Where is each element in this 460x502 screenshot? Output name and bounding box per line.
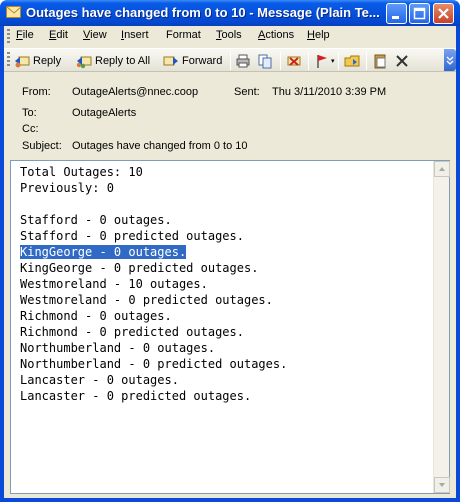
maximize-button[interactable] <box>409 3 430 24</box>
toolbar-separator <box>280 52 281 70</box>
toolbar-separator <box>308 52 309 70</box>
toolbar-options-button[interactable] <box>444 49 456 71</box>
toolbar-grip[interactable] <box>7 52 10 66</box>
forward-button[interactable]: Forward <box>163 52 222 70</box>
message-line: Stafford - 0 outages. <box>20 212 287 228</box>
toolbar-separator <box>338 52 339 70</box>
envelope-icon <box>6 6 22 18</box>
from-value[interactable]: OutageAlerts@nnec.coop <box>72 86 198 98</box>
reply-all-button[interactable]: Reply to All <box>76 52 150 70</box>
menu-grip[interactable] <box>7 29 10 43</box>
copy-button[interactable] <box>257 52 276 70</box>
message-line-text: Lancaster - 0 outages. <box>20 373 179 387</box>
clipboard-icon <box>374 54 386 69</box>
cc-label: Cc: <box>22 123 39 135</box>
message-text[interactable]: Total Outages: 10 Previously: 0 Stafford -… <box>20 164 287 404</box>
chevron-down-icon <box>446 56 454 65</box>
message-line: Lancaster - 0 outages. <box>20 372 287 388</box>
move-to-folder-button[interactable] <box>344 52 363 70</box>
sent-value: Thu 3/11/2010 3:39 PM <box>272 86 387 98</box>
from-label: From: <box>22 86 51 98</box>
flag-icon <box>317 55 327 68</box>
message-line: Richmond - 0 outages. <box>20 308 287 324</box>
menu-edit[interactable]: Edit <box>49 29 68 41</box>
message-line: Stafford - 0 predicted outages. <box>20 228 287 244</box>
message-line-text: Richmond - 0 outages. <box>20 309 172 323</box>
menu-bar: File Edit View Insert Format Tools Actio… <box>4 26 456 46</box>
message-line-text: Stafford - 0 outages. <box>20 213 172 227</box>
menu-help[interactable]: Help <box>307 29 330 41</box>
to-value[interactable]: OutageAlerts <box>72 107 136 119</box>
print-button[interactable] <box>235 52 254 70</box>
printer-icon <box>236 54 250 68</box>
toolbar-separator <box>366 52 367 70</box>
message-line: Northumberland - 0 outages. <box>20 340 287 356</box>
delete-button[interactable] <box>286 52 305 70</box>
copy-icon <box>258 54 272 69</box>
title-bar[interactable]: Outages have changed from 0 to 10 - Mess… <box>0 0 460 26</box>
message-line-text: KingGeorge - 0 predicted outages. <box>20 261 259 275</box>
minimize-button[interactable] <box>386 3 407 24</box>
message-line: Total Outages: 10 <box>20 164 287 180</box>
message-line <box>20 196 287 212</box>
message-line: Northumberland - 0 predicted outages. <box>20 356 287 372</box>
menu-actions[interactable]: Actions <box>258 29 294 41</box>
message-line: Previously: 0 <box>20 180 287 196</box>
close-x-icon <box>396 55 408 67</box>
subject-value: Outages have changed from 0 to 10 <box>72 140 248 152</box>
scroll-up-button[interactable] <box>434 161 450 177</box>
scroll-down-icon <box>439 483 445 487</box>
minimize-icon <box>392 16 399 19</box>
toolbar-separator <box>230 52 231 70</box>
window-title: Outages have changed from 0 to 10 - Mess… <box>26 5 380 20</box>
message-line-text: Northumberland - 0 outages. <box>20 341 216 355</box>
forward-icon <box>163 56 178 66</box>
reply-icon <box>15 56 30 68</box>
window-client-area: File Edit View Insert Format Tools Actio… <box>4 26 456 498</box>
message-line-text: Northumberland - 0 predicted outages. <box>20 357 288 371</box>
close-button[interactable] <box>433 3 454 24</box>
message-line-text: Lancaster - 0 predicted outages. <box>20 389 252 403</box>
flag-dropdown-arrow-icon[interactable]: ▾ <box>331 57 335 65</box>
paste-button[interactable] <box>372 52 391 70</box>
message-line-text: Previously: 0 <box>20 181 114 195</box>
flag-button[interactable]: ▾ <box>314 52 335 70</box>
close-message-button[interactable] <box>394 52 413 70</box>
scroll-up-icon <box>439 167 445 171</box>
message-line-text: Stafford - 0 predicted outages. <box>20 229 244 243</box>
message-line: KingGeorge - 0 predicted outages. <box>20 260 287 276</box>
standard-toolbar: Reply Reply to All Forward ▾ <box>4 48 456 72</box>
vertical-scrollbar[interactable] <box>433 161 450 493</box>
message-line-text: Westmoreland - 0 predicted outages. <box>20 293 273 307</box>
folder-icon <box>344 55 360 67</box>
message-line: Lancaster - 0 predicted outages. <box>20 388 287 404</box>
menu-file[interactable]: File <box>16 29 34 41</box>
maximize-icon <box>413 7 426 20</box>
message-header: From: OutageAlerts@nnec.coop Sent: Thu 3… <box>4 74 456 160</box>
message-line-text: KingGeorge - 0 outages. <box>20 245 187 259</box>
sent-label: Sent: <box>234 86 260 98</box>
menu-tools[interactable]: Tools <box>216 29 242 41</box>
menu-insert[interactable]: Insert <box>121 29 149 41</box>
to-label: To: <box>22 107 37 119</box>
menu-view[interactable]: View <box>83 29 107 41</box>
message-line: Westmoreland - 10 outages. <box>20 276 287 292</box>
close-icon <box>438 8 449 19</box>
message-line: Westmoreland - 0 predicted outages. <box>20 292 287 308</box>
reply-button[interactable]: Reply <box>14 52 61 70</box>
subject-label: Subject: <box>22 140 62 152</box>
reply-all-icon <box>76 56 92 69</box>
delete-message-icon <box>287 56 301 66</box>
message-line-text: Westmoreland - 10 outages. <box>20 277 208 291</box>
menu-format[interactable]: Format <box>166 29 201 41</box>
message-line-text: Richmond - 0 predicted outages. <box>20 325 244 339</box>
message-line: KingGeorge - 0 outages. <box>20 244 287 260</box>
message-line: Richmond - 0 predicted outages. <box>20 324 287 340</box>
message-window: Outages have changed from 0 to 10 - Mess… <box>0 0 460 502</box>
message-line-text: Total Outages: 10 <box>20 165 143 179</box>
scroll-down-button[interactable] <box>434 477 450 493</box>
message-body[interactable]: Total Outages: 10 Previously: 0 Stafford -… <box>10 160 450 494</box>
